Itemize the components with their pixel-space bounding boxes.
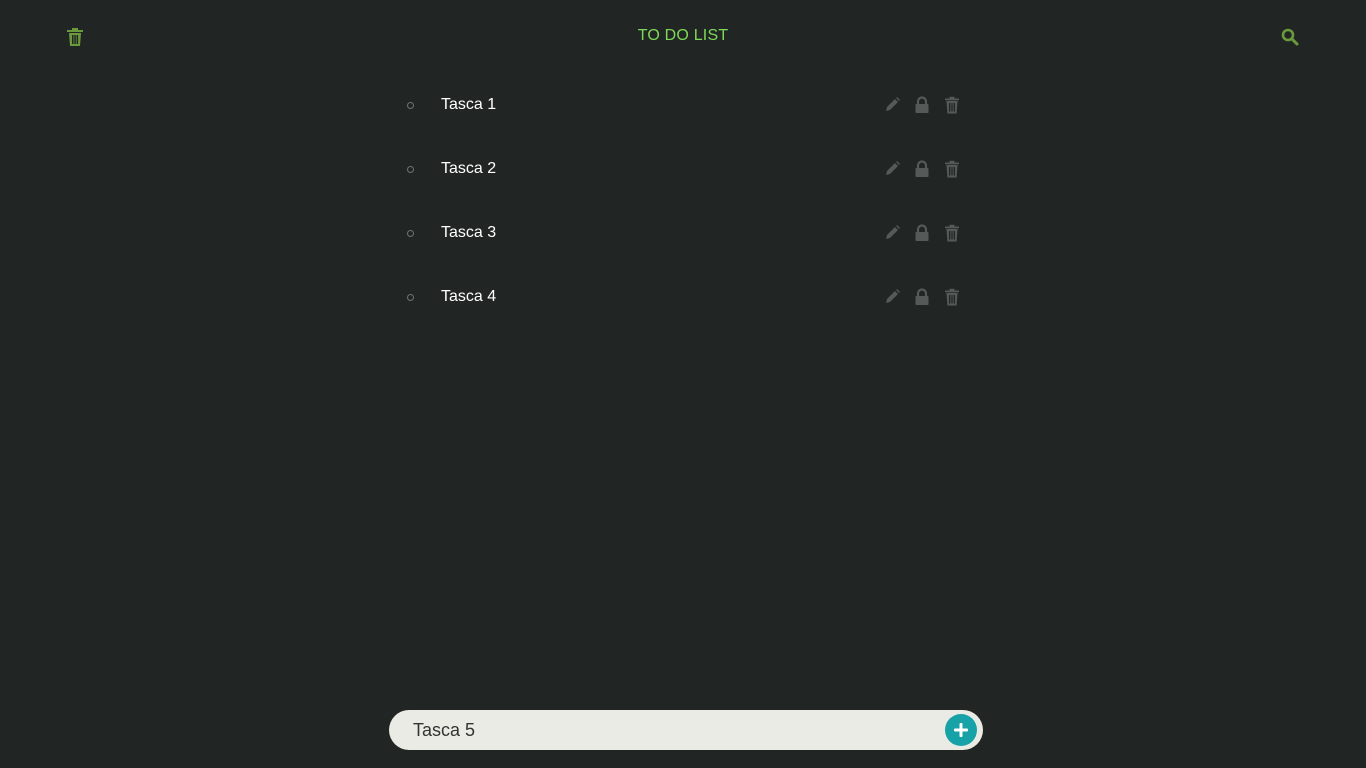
pencil-icon[interactable] — [884, 160, 900, 178]
trash-icon[interactable] — [944, 288, 960, 306]
lock-icon[interactable] — [914, 96, 930, 114]
task-row: Tasca 1 — [400, 74, 966, 138]
search-icon[interactable] — [1281, 28, 1299, 46]
header: TO DO LIST — [0, 0, 1366, 74]
plus-icon — [954, 723, 968, 737]
task-complete-toggle[interactable] — [407, 166, 414, 173]
task-label: Tasca 4 — [441, 288, 497, 305]
task-actions — [884, 160, 960, 178]
task-label: Tasca 1 — [441, 96, 497, 113]
pencil-icon[interactable] — [884, 224, 900, 242]
lock-icon[interactable] — [914, 224, 930, 242]
trash-icon[interactable] — [944, 160, 960, 178]
new-task-input[interactable] — [413, 710, 933, 750]
lock-icon[interactable] — [914, 288, 930, 306]
task-complete-toggle[interactable] — [407, 230, 414, 237]
task-row: Tasca 2 — [400, 138, 966, 202]
task-label: Tasca 3 — [441, 224, 497, 241]
task-label: Tasca 2 — [441, 160, 497, 177]
page-title: TO DO LIST — [637, 27, 729, 44]
trash-icon[interactable] — [944, 224, 960, 242]
add-task-bar — [389, 710, 983, 750]
task-row: Tasca 3 — [400, 202, 966, 266]
pencil-icon[interactable] — [884, 96, 900, 114]
task-actions — [884, 96, 960, 114]
pencil-icon[interactable] — [884, 288, 900, 306]
add-task-button[interactable] — [945, 714, 977, 746]
task-actions — [884, 288, 960, 306]
task-complete-toggle[interactable] — [407, 294, 414, 301]
task-list: Tasca 1 Tasca 2 Tasca 3 Tasca 4 — [400, 74, 966, 330]
task-actions — [884, 224, 960, 242]
trash-icon[interactable] — [944, 96, 960, 114]
task-complete-toggle[interactable] — [407, 102, 414, 109]
todo-app: TO DO LIST Tasca 1 Tasca 2 Tasca 3 Tasca… — [0, 0, 1366, 768]
lock-icon[interactable] — [914, 160, 930, 178]
task-row: Tasca 4 — [400, 266, 966, 330]
